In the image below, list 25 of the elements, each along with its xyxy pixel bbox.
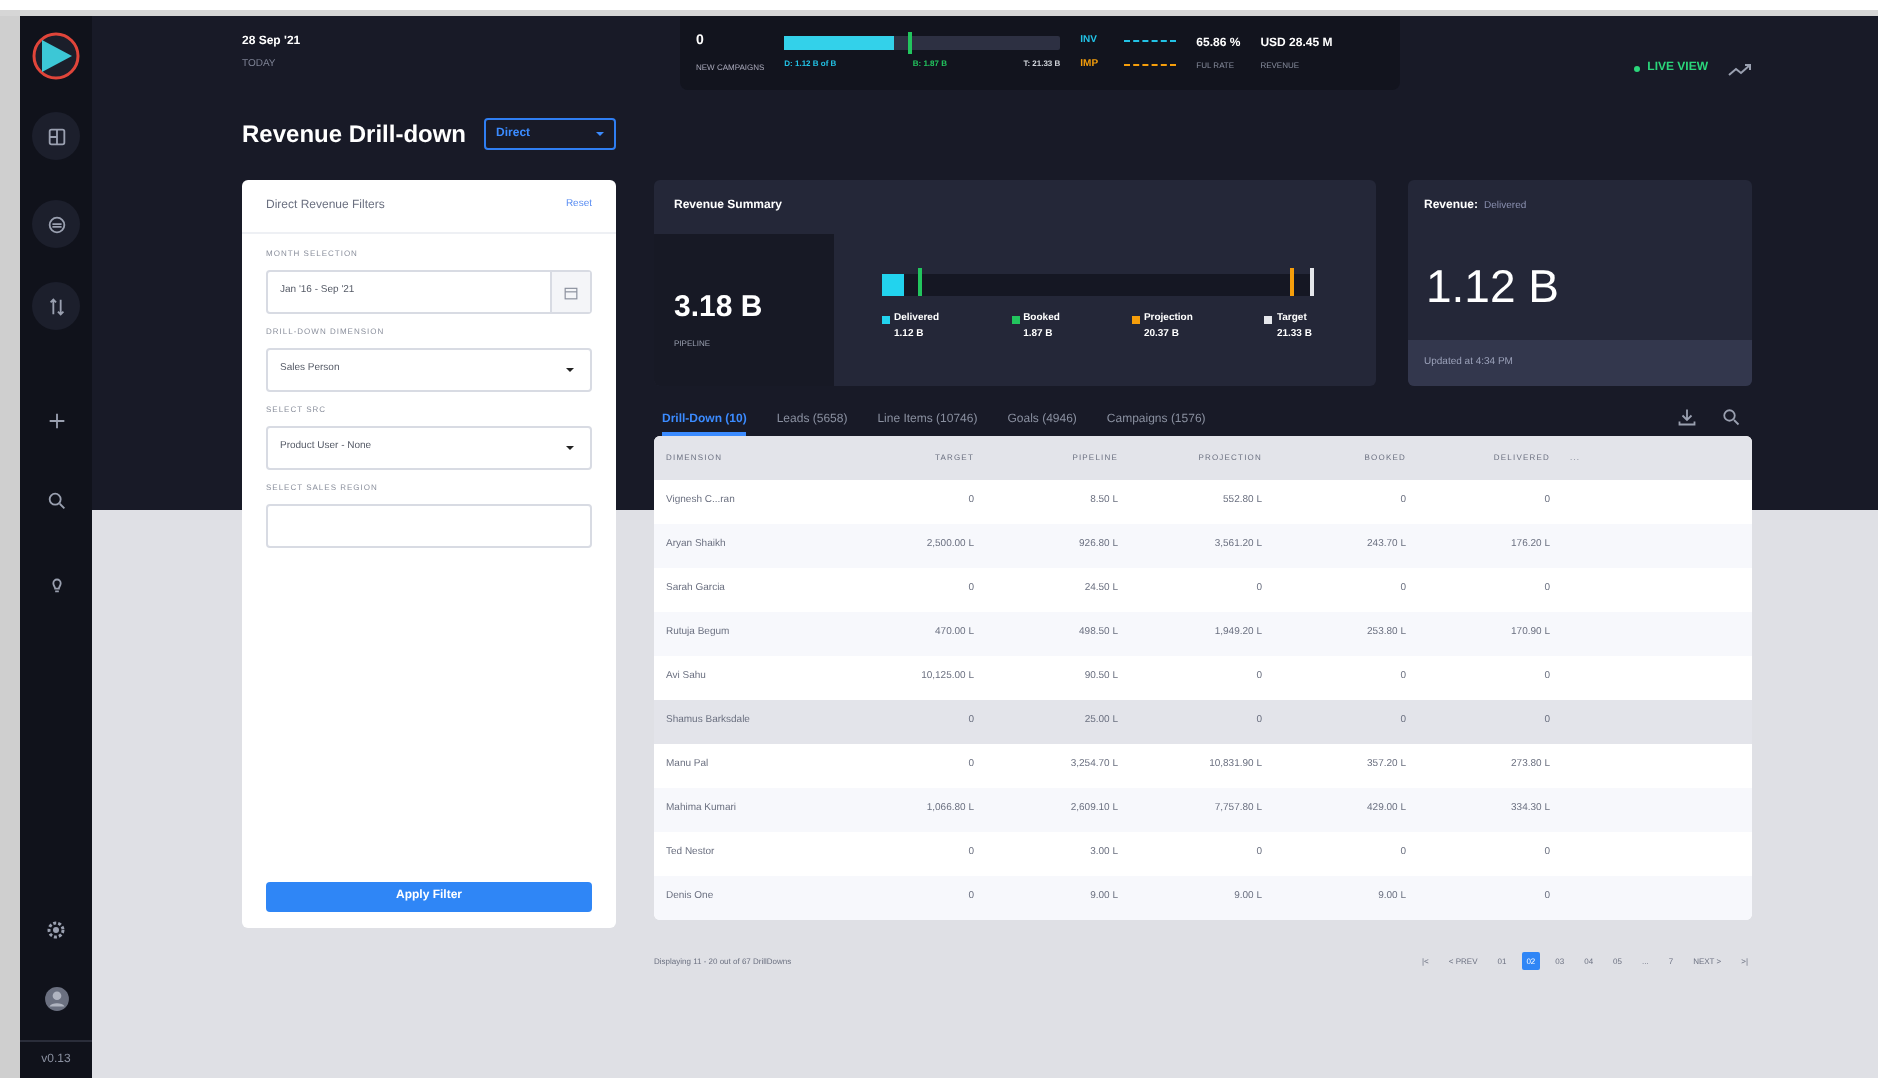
- caret-icon: [566, 446, 574, 450]
- page-title: Revenue Drill-down: [242, 118, 467, 152]
- avatar-icon[interactable]: [43, 986, 69, 1012]
- calendar-icon[interactable]: [564, 285, 578, 299]
- legend-line: [1124, 64, 1177, 67]
- layers-icon: [45, 213, 67, 235]
- caret-icon: [566, 368, 574, 372]
- search-icon[interactable]: [1722, 408, 1740, 426]
- layout-button[interactable]: [32, 112, 80, 160]
- caret-icon: [596, 132, 605, 136]
- sort-button[interactable]: [32, 282, 80, 330]
- sort-icon: [45, 295, 67, 317]
- pipeline-value: 3.18 B: [674, 287, 765, 328]
- logo-icon[interactable]: [32, 32, 80, 80]
- layers-button[interactable]: [32, 200, 80, 248]
- live-dot-icon: [1633, 66, 1640, 72]
- download-icon[interactable]: [1678, 408, 1696, 426]
- plus-icon: [45, 409, 67, 431]
- trend-icon[interactable]: [1728, 63, 1752, 75]
- search-icon: [45, 489, 67, 511]
- legend-line: [1124, 39, 1177, 42]
- revenue-value: 1.12 B: [1424, 258, 1561, 317]
- input-field[interactable]: [266, 504, 592, 548]
- layout-icon: [45, 125, 67, 147]
- settings-icon[interactable]: [44, 918, 68, 942]
